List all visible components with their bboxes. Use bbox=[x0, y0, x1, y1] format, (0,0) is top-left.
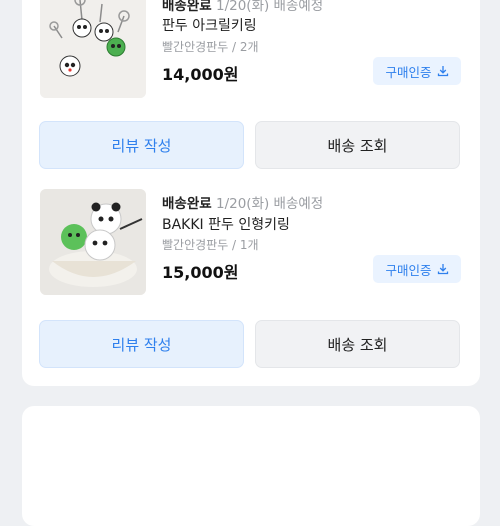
status-label: 배송완료 bbox=[162, 0, 212, 14]
order-status: 배송완료 1/20(화) 배송예정 bbox=[162, 192, 323, 212]
purchase-verify-button[interactable]: 구매인증 bbox=[373, 57, 461, 85]
product-option: 빨간안경판두 / 2개 bbox=[162, 40, 259, 54]
product-name[interactable]: BAKKI 판두 인형키링 bbox=[162, 214, 290, 234]
purchase-verify-label: 구매인증 bbox=[385, 64, 432, 80]
product-thumbnail-plush-keyring[interactable] bbox=[40, 189, 146, 295]
status-detail: 1/20(화) 배송예정 bbox=[215, 0, 324, 14]
product-thumbnail-acrylic-keyring[interactable] bbox=[40, 0, 146, 98]
plush-keyring-image bbox=[40, 189, 146, 295]
order-status: 배송완료 1/20(화) 배송예정 bbox=[162, 0, 323, 14]
purchase-verify-label: 구매인증 bbox=[385, 262, 432, 278]
product-price: 14,000원 bbox=[162, 65, 239, 84]
write-review-button[interactable]: 리뷰 작성 bbox=[39, 121, 244, 169]
status-label: 배송완료 bbox=[162, 196, 212, 212]
track-shipping-button[interactable]: 배송 조회 bbox=[255, 121, 460, 169]
status-detail: 1/20(화) 배송예정 bbox=[215, 196, 324, 212]
purchase-verify-button[interactable]: 구매인증 bbox=[373, 255, 461, 283]
download-icon bbox=[437, 66, 448, 77]
download-icon bbox=[437, 264, 448, 275]
product-price: 15,000원 bbox=[162, 263, 239, 282]
track-shipping-button[interactable]: 배송 조회 bbox=[255, 320, 460, 368]
acrylic-keyring-image bbox=[40, 0, 146, 98]
order-list-card: 배송완료 1/20(화) 배송예정 판두 아크릴키링 빨간안경판두 / 2개 1… bbox=[22, 0, 480, 386]
write-review-button[interactable]: 리뷰 작성 bbox=[39, 320, 244, 368]
next-order-card bbox=[22, 406, 480, 526]
product-name[interactable]: 판두 아크릴키링 bbox=[162, 15, 257, 35]
product-option: 빨간안경판두 / 1개 bbox=[162, 238, 259, 252]
